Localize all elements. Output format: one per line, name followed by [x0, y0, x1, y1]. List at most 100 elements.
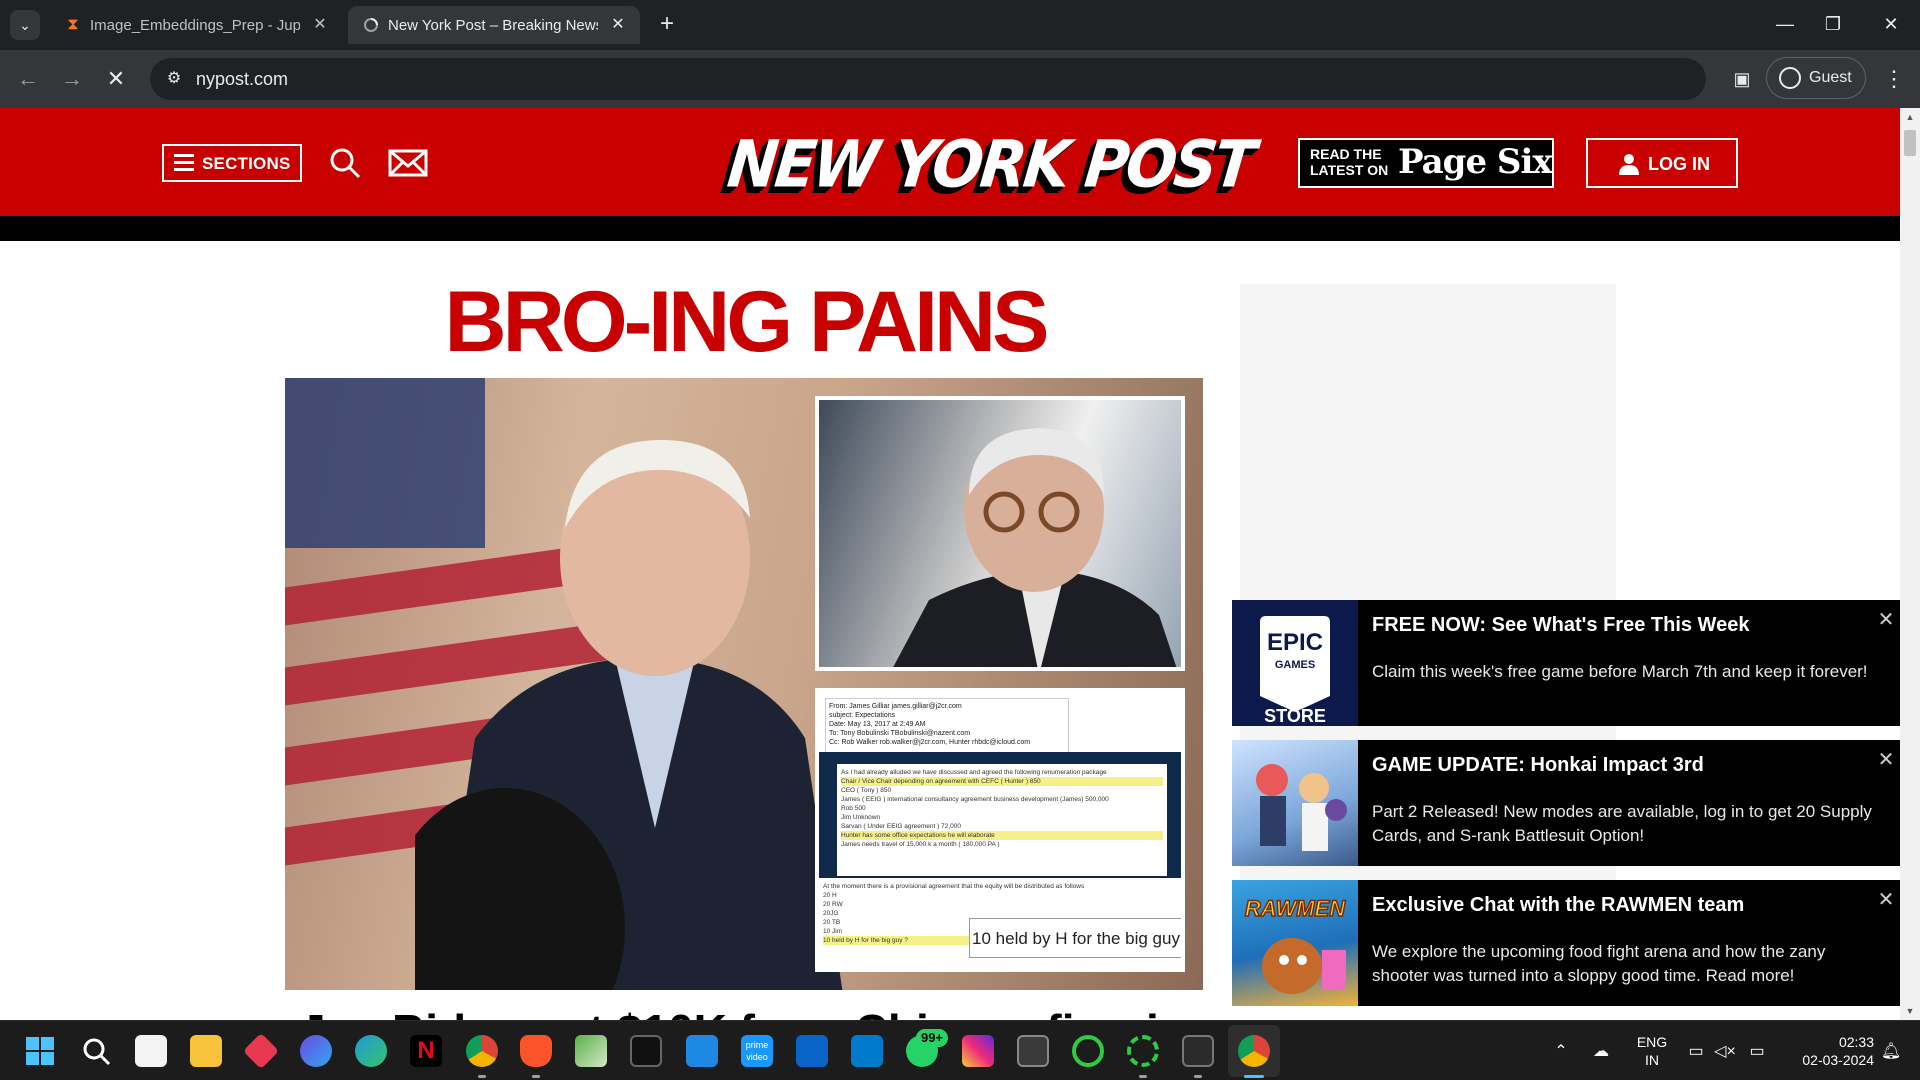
- network-icon[interactable]: ▭: [1685, 1041, 1707, 1063]
- store-icon[interactable]: [135, 1035, 167, 1067]
- callout-label: 10 held by H for the big guy: [969, 918, 1181, 958]
- store-text: STORE: [1264, 706, 1326, 726]
- language-code: ENG: [1636, 1034, 1668, 1050]
- notification-bell-icon[interactable]: 🔔︎: [1880, 1041, 1902, 1063]
- close-notification-icon[interactable]: ✕: [1876, 890, 1896, 910]
- vscode-icon[interactable]: [851, 1035, 883, 1067]
- nypost-logo[interactable]: NEW YORK POST: [720, 127, 1256, 204]
- page-viewport: SECTIONS NEW YORK POST READ THE LATEST O…: [0, 108, 1920, 1020]
- site-settings-icon[interactable]: ⚙: [164, 69, 184, 89]
- profile-button[interactable]: Guest: [1766, 57, 1866, 99]
- rawmen-logo-text: RAWMEN: [1245, 896, 1346, 921]
- windows-start-icon[interactable]: [24, 1035, 56, 1067]
- minimize-icon[interactable]: —: [1762, 8, 1808, 40]
- address-bar[interactable]: ⚙ nypost.com: [150, 58, 1706, 100]
- doc-line: 20 H: [823, 892, 837, 899]
- close-notification-icon[interactable]: ✕: [1876, 750, 1896, 770]
- person-photo: [385, 408, 875, 990]
- brave-icon[interactable]: [520, 1035, 552, 1067]
- scrollbar-thumb[interactable]: [1904, 130, 1916, 156]
- prime-video-icon[interactable]: prime video: [741, 1035, 773, 1067]
- sections-label: SECTIONS: [202, 154, 291, 173]
- email-body: As I had already alluded we have discuss…: [819, 752, 1181, 968]
- active-indicator: [1244, 1075, 1264, 1078]
- restore-icon[interactable]: ❐: [1810, 8, 1856, 40]
- battery-icon[interactable]: ▭: [1746, 1041, 1768, 1063]
- tab-title: Image_Embeddings_Prep - Jupyter: [90, 17, 300, 34]
- tab-nypost[interactable]: New York Post – Breaking News ✕: [348, 6, 640, 44]
- running-indicator: [1194, 1075, 1202, 1078]
- onedrive-icon[interactable]: ☁: [1590, 1041, 1612, 1063]
- url-text[interactable]: nypost.com: [196, 69, 288, 90]
- scroll-up-icon[interactable]: ▲: [1900, 110, 1920, 124]
- stop-loading-icon[interactable]: ✕: [100, 63, 132, 95]
- notification-epic[interactable]: EPIC GAMES STORE FREE NOW: See What's Fr…: [1232, 600, 1908, 726]
- file-explorer-icon[interactable]: [190, 1035, 222, 1067]
- powershell-icon[interactable]: [1182, 1035, 1214, 1067]
- page-scrollbar[interactable]: ▲ ▼: [1900, 108, 1920, 1020]
- netflix-icon[interactable]: N: [410, 1035, 442, 1067]
- chrome-icon[interactable]: [466, 1035, 498, 1067]
- user-icon: [1618, 153, 1640, 175]
- notification-title: GAME UPDATE: Honkai Impact 3rd: [1372, 754, 1704, 776]
- email-header: From: James Gilliar james.gilliar@j2cr.c…: [825, 698, 1069, 754]
- tab-search-button[interactable]: ⌄: [10, 10, 40, 40]
- running-indicator: [1139, 1075, 1147, 1078]
- doc-line: Chair / Vice Chair depending on agreemen…: [841, 777, 1163, 786]
- chrome-active-icon[interactable]: [1238, 1035, 1270, 1067]
- headline[interactable]: BRO-ING PAINS: [285, 273, 1205, 372]
- tab-jupyter[interactable]: ⧗ Image_Embeddings_Prep - Jupyter ✕: [50, 6, 342, 44]
- app-blue-icon[interactable]: [686, 1035, 718, 1067]
- outlook-icon[interactable]: [796, 1035, 828, 1067]
- loading-spinner-icon: [362, 16, 380, 34]
- new-tab-button[interactable]: +: [652, 10, 682, 40]
- language-indicator[interactable]: ENG IN: [1632, 1033, 1672, 1069]
- site-header: SECTIONS NEW YORK POST READ THE LATEST O…: [0, 108, 1900, 216]
- doc-line: At the moment there is a provisional agr…: [823, 883, 1085, 890]
- notification-honkai[interactable]: GAME UPDATE: Honkai Impact 3rd Part 2 Re…: [1232, 740, 1908, 866]
- search-icon[interactable]: [328, 146, 368, 182]
- sections-button[interactable]: SECTIONS: [162, 144, 302, 182]
- doc-line: As I had already alluded we have discuss…: [841, 769, 1107, 776]
- app-window-icon[interactable]: [1017, 1035, 1049, 1067]
- article-subhead[interactable]: Joe Biden got $10K from Chinese firm in …: [300, 1004, 1200, 1020]
- doc-line: CEO ( Tony ) 850: [841, 787, 892, 794]
- mail-icon[interactable]: [388, 146, 428, 182]
- forward-icon[interactable]: →: [56, 63, 88, 95]
- doc-line: James needs travel of 15,000 k a month (…: [841, 841, 1000, 848]
- photos-icon[interactable]: [575, 1035, 607, 1067]
- doc-line: Cc: Rob Walker rob.walker@j2cr.com, Hunt…: [829, 739, 1031, 746]
- notification-rawmen[interactable]: RAWMEN Exclusive Chat with the RAWMEN te…: [1232, 880, 1908, 1006]
- scroll-down-icon[interactable]: ▼: [1900, 1004, 1920, 1018]
- app-green-ring-icon-2[interactable]: [1127, 1035, 1159, 1067]
- chevron-up-icon[interactable]: ⌃: [1550, 1041, 1572, 1063]
- epic-text: EPIC: [1267, 629, 1323, 656]
- pagesix-button[interactable]: READ THE LATEST ON Page Six: [1298, 138, 1554, 188]
- close-tab-icon[interactable]: ✕: [310, 15, 330, 35]
- notification-message: Part 2 Released! New modes are available…: [1372, 802, 1872, 845]
- doc-line: 20JG: [823, 910, 839, 917]
- edge-icon[interactable]: [355, 1035, 387, 1067]
- app-green-ring-icon[interactable]: [1072, 1035, 1104, 1067]
- volume-muted-icon[interactable]: ◁×: [1714, 1041, 1736, 1063]
- clock[interactable]: 02:33 02-03-2024: [1782, 1033, 1874, 1069]
- close-window-icon[interactable]: ✕: [1868, 8, 1914, 40]
- close-tab-icon[interactable]: ✕: [608, 15, 628, 35]
- running-indicator: [478, 1075, 486, 1078]
- hero-image[interactable]: From: James Gilliar james.gilliar@j2cr.c…: [285, 378, 1203, 990]
- copilot-icon[interactable]: [300, 1035, 332, 1067]
- search-icon[interactable]: [80, 1035, 112, 1067]
- side-panel-icon[interactable]: ▣: [1726, 63, 1758, 95]
- doc-line: Hunter has some office expectations he w…: [841, 831, 1163, 840]
- browser-menu-icon[interactable]: ⋮: [1878, 63, 1910, 95]
- app-red-icon[interactable]: [242, 1032, 280, 1070]
- instagram-icon[interactable]: [962, 1035, 994, 1067]
- back-icon[interactable]: ←: [12, 63, 44, 95]
- terminal-icon[interactable]: [630, 1035, 662, 1067]
- hamburger-icon: [174, 154, 194, 172]
- login-button[interactable]: LOG IN: [1586, 138, 1738, 188]
- inset-photo: [815, 396, 1185, 671]
- close-notification-icon[interactable]: ✕: [1876, 610, 1896, 630]
- time: 02:33: [1838, 1034, 1874, 1050]
- header-black-bar: [0, 216, 1900, 241]
